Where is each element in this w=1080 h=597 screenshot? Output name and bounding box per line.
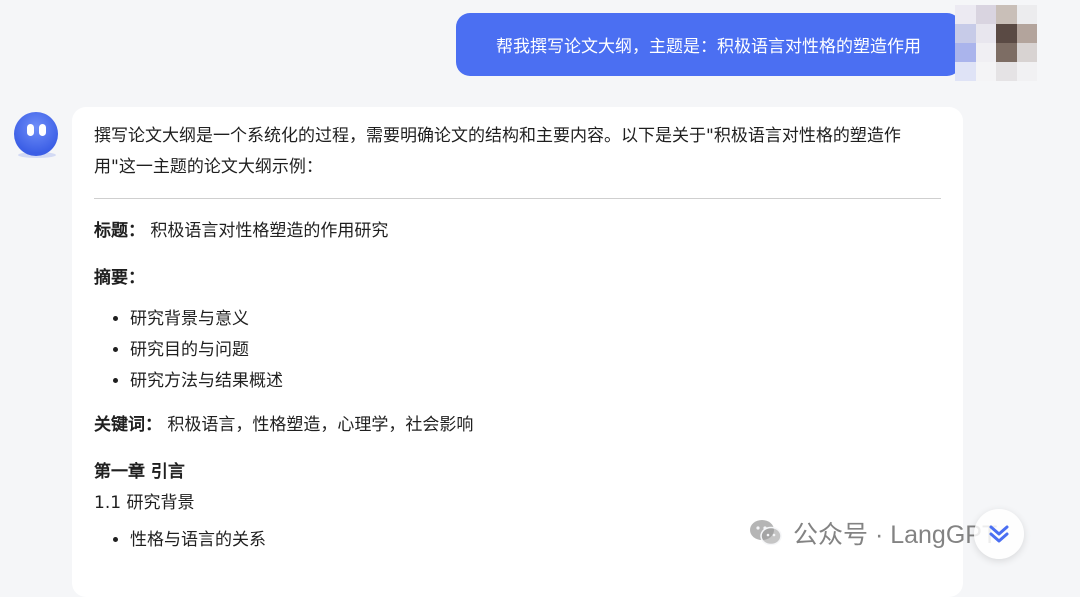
- avatar-shadow: [18, 152, 56, 158]
- watermark-text: 公众号 · LangGPT: [793, 521, 998, 549]
- intro-text: 撰写论文大纲是一个系统化的过程，需要明确论文的结构和主要内容。以下是关于"积极语…: [94, 126, 901, 177]
- divider: [94, 198, 941, 199]
- user-avatar[interactable]: [955, 5, 1037, 81]
- watermark: 公众号 · LangGPT: [749, 515, 997, 551]
- user-message-bubble: 帮我撰写论文大纲，主题是：积极语言对性格的塑造作用: [456, 13, 961, 76]
- double-chevron-down-icon: [989, 525, 1009, 543]
- title-value: 积极语言对性格塑造的作用研究: [150, 221, 389, 241]
- title-row: 标题： 积极语言对性格塑造的作用研究: [94, 216, 941, 247]
- scroll-to-bottom-button[interactable]: [974, 509, 1024, 559]
- chapter-heading: 第一章 引言: [94, 462, 185, 482]
- user-message-text: 帮我撰写论文大纲，主题是：积极语言对性格的塑造作用: [496, 37, 921, 57]
- keywords-row: 关键词： 积极语言，性格塑造，心理学，社会影响: [94, 410, 941, 441]
- robot-eye: [39, 124, 46, 136]
- title-label: 标题：: [94, 221, 145, 241]
- assistant-avatar: [14, 112, 58, 156]
- abstract-list: 研究背景与意义 研究目的与问题 研究方法与结果概述: [94, 304, 941, 397]
- list-item: 研究方法与结果概述: [130, 366, 941, 397]
- keywords-label: 关键词：: [94, 415, 162, 435]
- abstract-row: 摘要：: [94, 263, 941, 294]
- abstract-label: 摘要：: [94, 268, 145, 288]
- list-item: 研究背景与意义: [130, 304, 941, 335]
- robot-face-icon: [27, 124, 34, 136]
- list-item: 研究目的与问题: [130, 335, 941, 366]
- wechat-icon: [750, 520, 782, 546]
- keywords-value: 积极语言，性格塑造，心理学，社会影响: [167, 415, 474, 435]
